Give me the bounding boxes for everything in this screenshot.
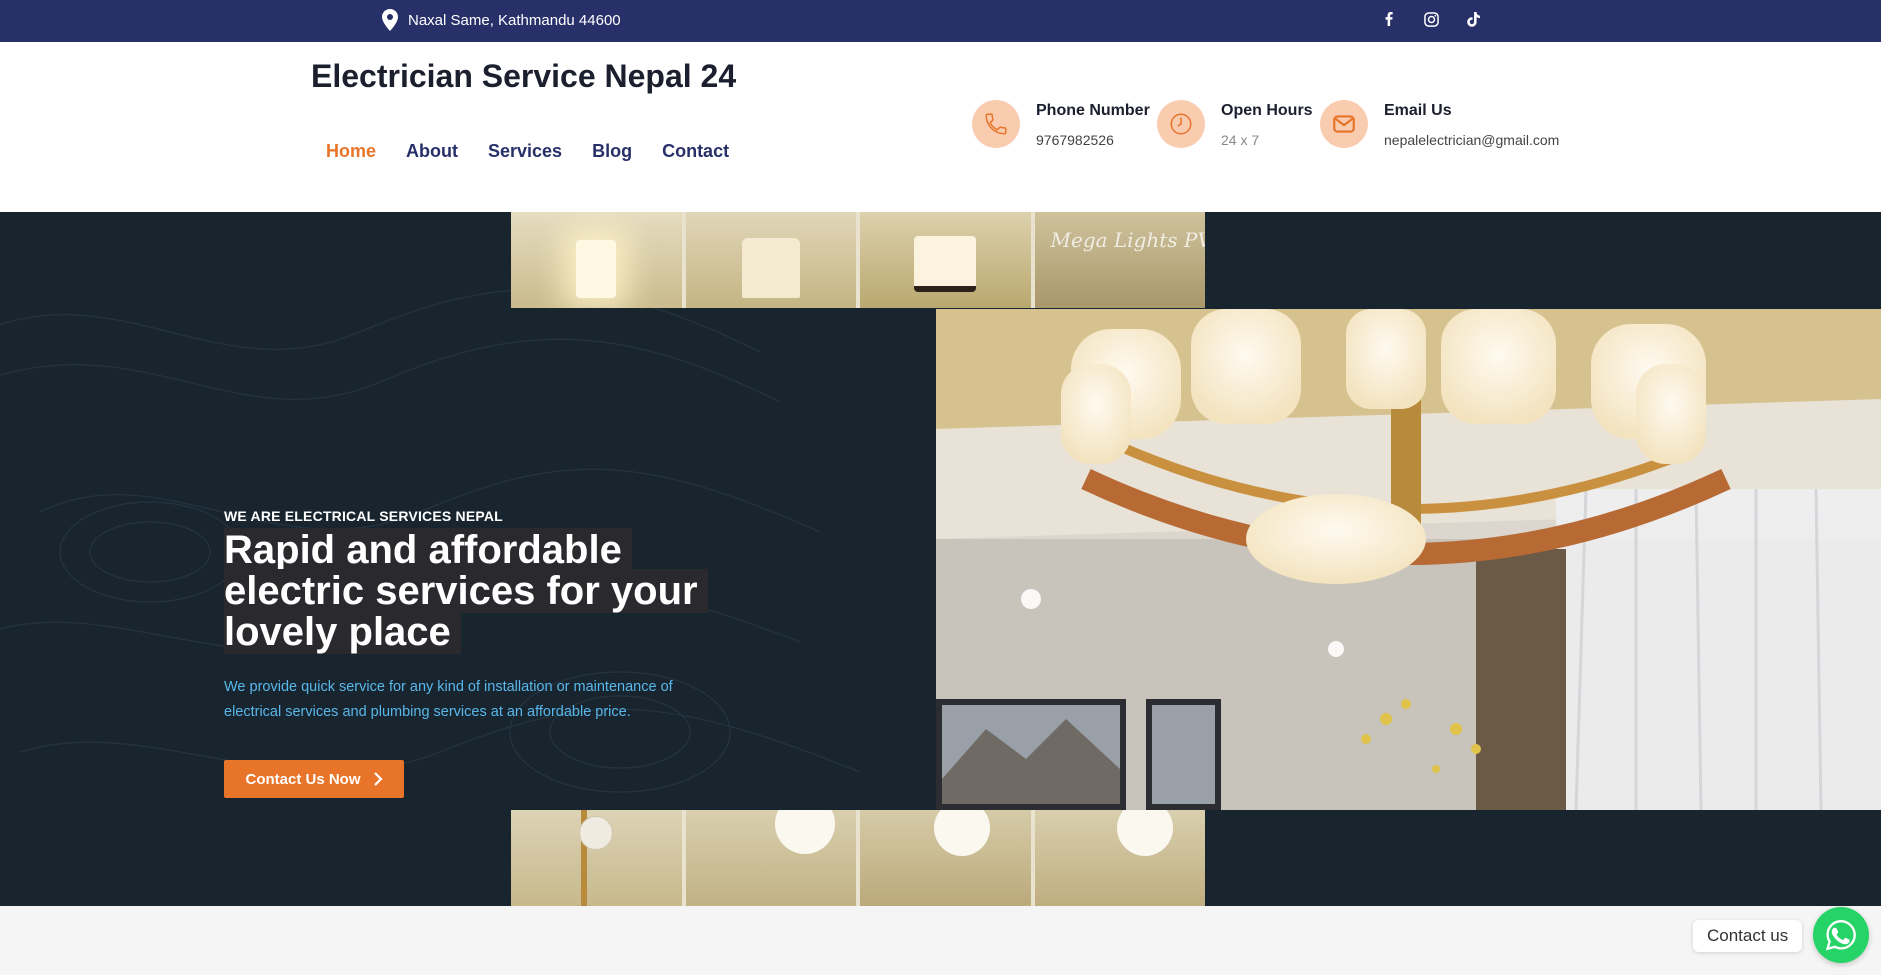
hours-info: Open Hours 24 x 7 [1157,100,1313,148]
nav-services[interactable]: Services [488,141,562,162]
hero-headline: Rapid and affordable electric services f… [224,528,744,654]
envelope-icon [1320,100,1368,148]
email-info: Email Us nepalelectrician@gmail.com [1320,100,1559,148]
contact-us-now-button[interactable]: Contact Us Now [224,760,404,798]
top-lamp-gallery: Mega Lights PVT LTD [511,212,1205,308]
hero-eyebrow: WE ARE ELECTRICAL SERVICES NEPAL [224,508,503,524]
hours-title: Open Hours [1221,102,1313,119]
email-title: Email Us [1384,102,1452,119]
whatsapp-button[interactable] [1813,907,1869,963]
nav-blog[interactable]: Blog [592,141,632,162]
lamp-photo: Mega Lights PVT LTD [1034,212,1206,308]
lamp-photo [860,810,1031,906]
watermark: Mega Lights PVT LTD [1050,228,1206,252]
hero-description: We provide quick service for any kind of… [224,679,673,720]
lamp-photo [511,810,682,906]
nav-home[interactable]: Home [326,141,376,162]
hero-content: WE ARE ELECTRICAL SERVICES NEPAL Rapid a… [224,508,744,725]
whatsapp-icon [1825,920,1856,951]
next-section-band [0,906,1881,975]
main-nav: Home About Services Blog Contact [326,141,729,162]
phone-value[interactable]: 9767982526 [1036,132,1150,148]
map-pin-icon [382,9,398,31]
chat-widget-label[interactable]: Contact us [1693,920,1803,952]
phone-icon [972,100,1020,148]
location: Naxal Same, Kathmandu 44600 [382,9,621,31]
nav-contact[interactable]: Contact [662,141,729,162]
chevron-right-icon [373,772,383,786]
lamp-photo [511,212,682,308]
top-bar: Naxal Same, Kathmandu 44600 [0,0,1881,42]
hours-value: 24 x 7 [1221,132,1260,148]
tiktok-icon[interactable] [1464,10,1482,28]
social-links [1380,10,1482,28]
site-title[interactable]: Electrician Service Nepal 24 [311,58,736,95]
phone-info: Phone Number 9767982526 [972,100,1150,148]
facebook-icon[interactable] [1380,10,1398,28]
instagram-icon[interactable] [1422,10,1440,28]
hero-section: Mega Lights PVT LTD [0,212,1881,906]
cta-label: Contact Us Now [245,770,361,788]
phone-title: Phone Number [1036,102,1150,119]
location-text: Naxal Same, Kathmandu 44600 [408,11,621,29]
chandelier-room-photo [936,309,1881,810]
lamp-photo [1034,810,1205,906]
clock-icon [1157,100,1205,148]
lamp-photo [685,810,856,906]
chandelier-illustration [936,309,1881,810]
bottom-lamp-gallery [511,810,1205,906]
lamp-photo [685,212,856,308]
email-value[interactable]: nepalelectrician@gmail.com [1384,132,1559,148]
lamp-photo [860,212,1031,308]
hero-headline-text: Rapid and affordable electric services f… [224,528,708,654]
nav-about[interactable]: About [406,141,458,162]
